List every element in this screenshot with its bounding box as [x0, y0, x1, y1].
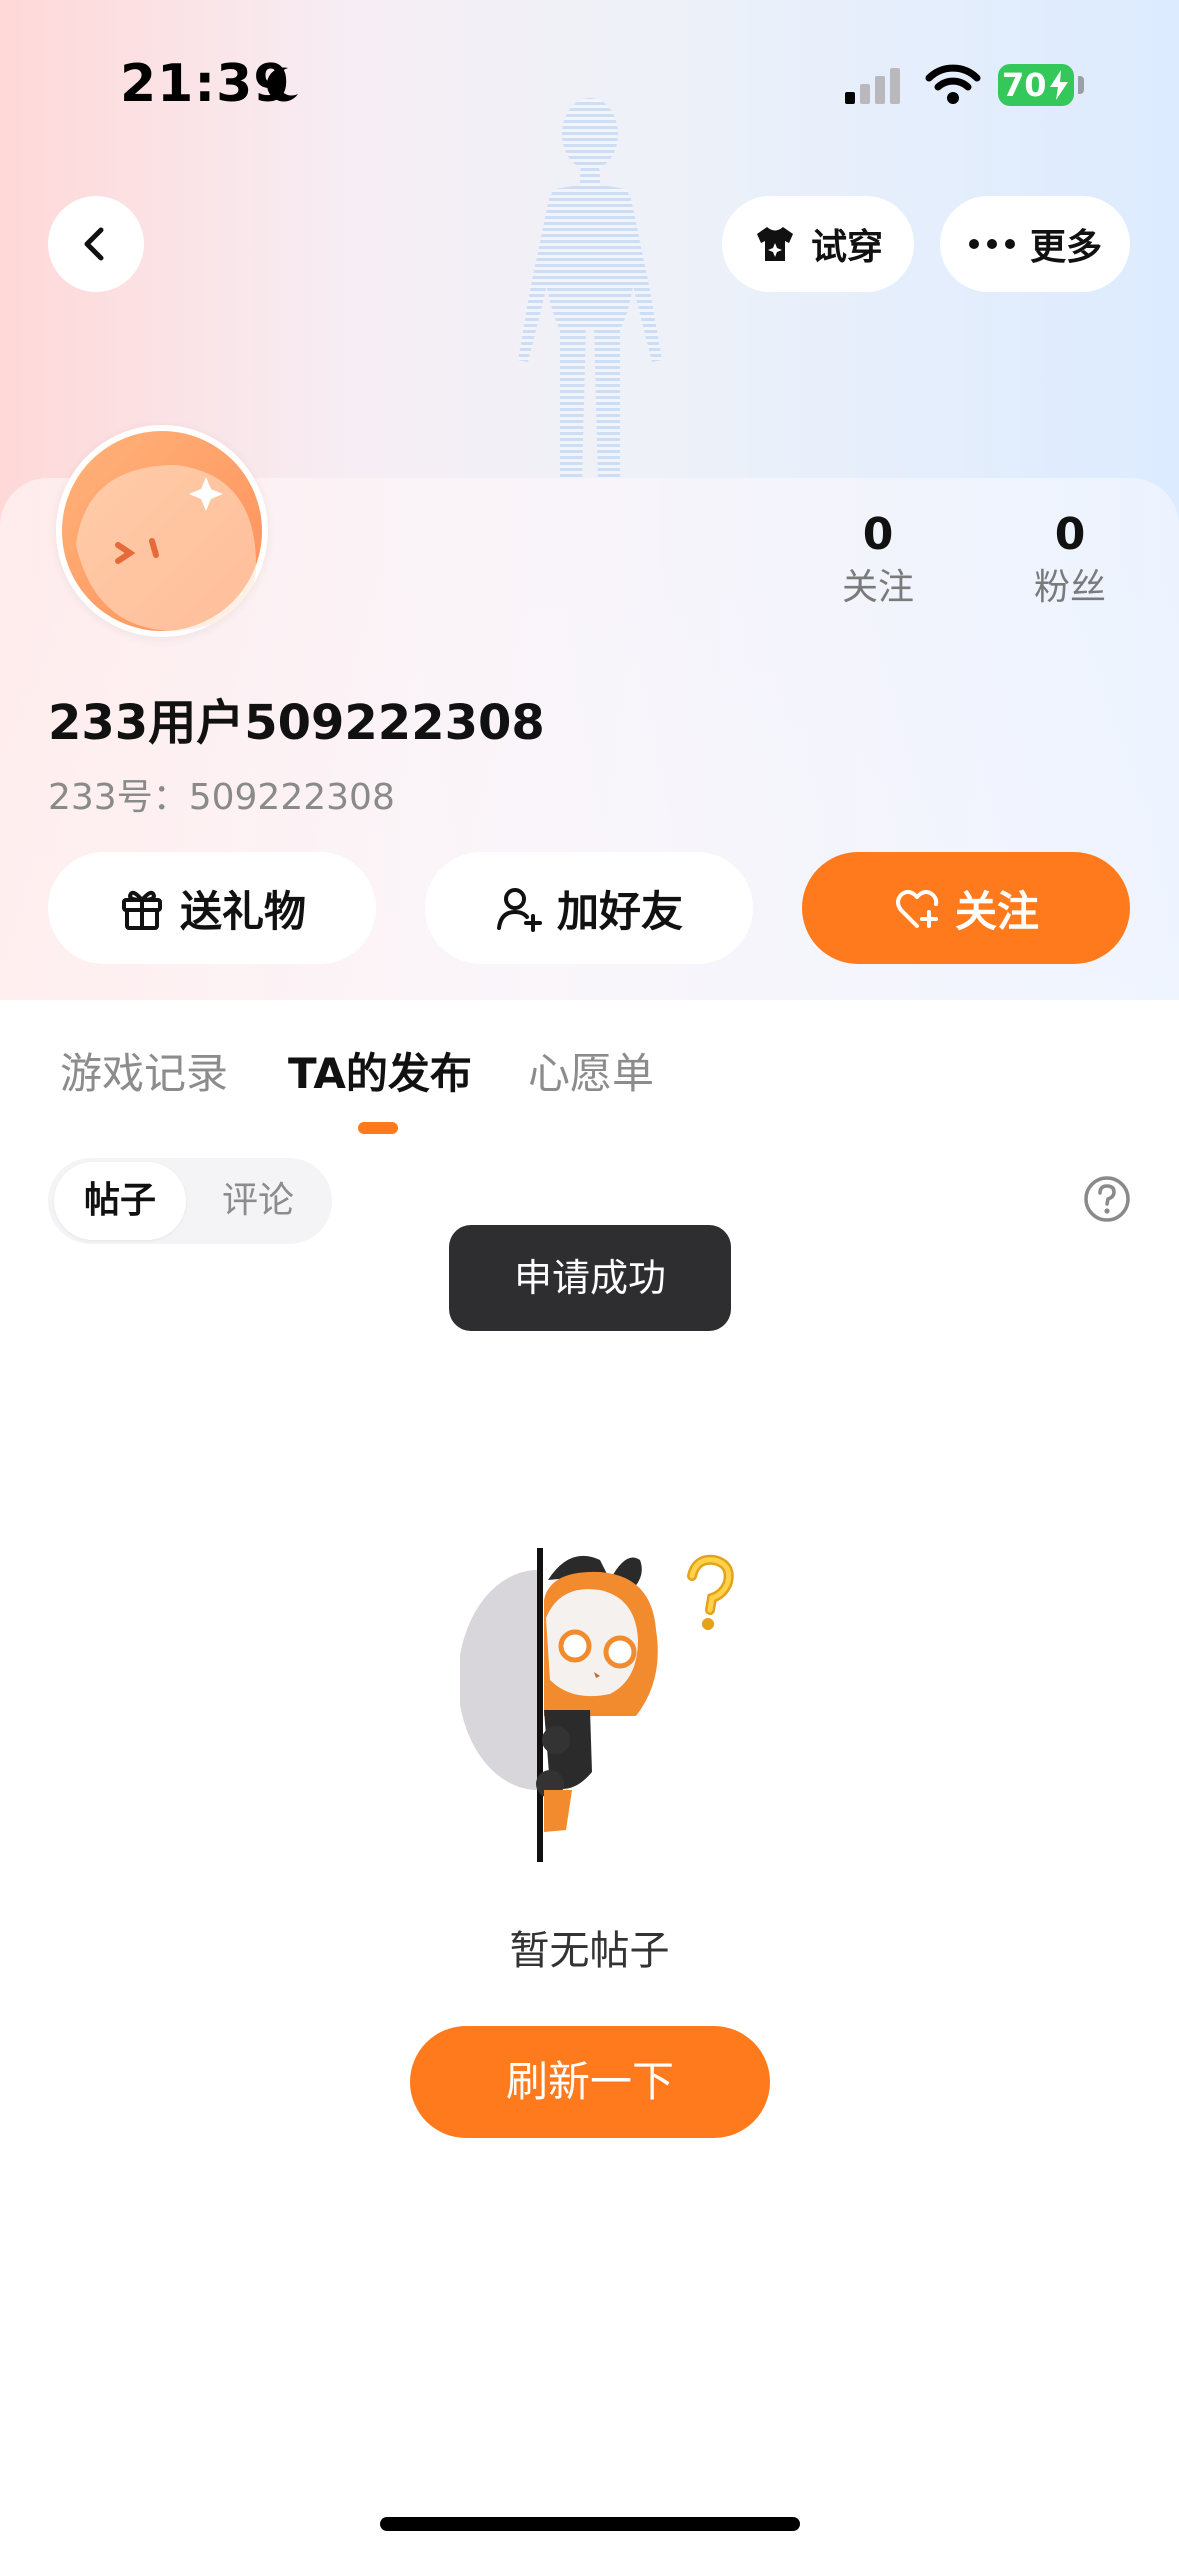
- user-id: 233号：509222308: [48, 777, 395, 818]
- following-stat[interactable]: 0 关注: [808, 505, 948, 611]
- add-friend-label: 加好友: [556, 886, 683, 936]
- fans-count: 0: [1054, 509, 1086, 560]
- home-indicator: [380, 2517, 800, 2531]
- add-user-icon: [496, 888, 542, 932]
- tab-game-records[interactable]: 游戏记录: [60, 1040, 228, 1101]
- gift-icon: [121, 890, 162, 930]
- chevron-left-icon: [84, 227, 104, 261]
- cellular-signal-icon: [845, 68, 900, 104]
- tab-ta-posts[interactable]: TA的发布: [288, 1040, 472, 1101]
- charging-bolt-icon: [1050, 70, 1068, 100]
- follow-label: 关注: [954, 886, 1039, 936]
- wifi-icon: [925, 64, 981, 104]
- moon-icon: [266, 67, 298, 102]
- try-on-label: 试穿: [810, 227, 883, 268]
- more-label: 更多: [1029, 227, 1102, 268]
- empty-state-text: 暂无帖子: [509, 1928, 670, 1974]
- fans-stat[interactable]: 0 粉丝: [1000, 505, 1140, 611]
- back-button[interactable]: [48, 196, 144, 292]
- active-tab-indicator: [358, 1122, 398, 1134]
- empty-state-mascot-illustration: [460, 1548, 734, 1862]
- user-avatar[interactable]: [56, 425, 268, 637]
- fans-label: 粉丝: [1033, 567, 1106, 608]
- refresh-button[interactable]: 刷新一下: [410, 2026, 770, 2138]
- toast-message: 申请成功: [449, 1225, 731, 1331]
- add-friend-button[interactable]: 加好友: [425, 852, 753, 964]
- segment-posts[interactable]: 帖子: [54, 1162, 186, 1240]
- more-button[interactable]: 更多: [940, 196, 1130, 292]
- try-on-button[interactable]: 试穿: [722, 196, 914, 292]
- following-label: 关注: [841, 567, 914, 608]
- status-bar: 21:39 70: [0, 0, 1179, 170]
- following-count: 0: [862, 509, 894, 560]
- send-gift-button[interactable]: 送礼物: [48, 852, 376, 964]
- battery-cap: [1078, 76, 1084, 94]
- send-gift-label: 送礼物: [179, 886, 306, 936]
- profile-tabs: 游戏记录 TA的发布 心愿单: [0, 1030, 1179, 1140]
- more-dots-icon: [968, 239, 1015, 249]
- tshirt-icon: [756, 227, 793, 261]
- help-icon[interactable]: [1082, 1174, 1132, 1224]
- follow-button[interactable]: 关注: [802, 852, 1130, 964]
- tab-wishlist[interactable]: 心愿单: [528, 1040, 654, 1101]
- posts-comments-switch: 帖子 评论: [48, 1158, 332, 1244]
- username: 233用户509222308: [48, 695, 545, 751]
- segment-comments[interactable]: 评论: [192, 1162, 324, 1240]
- heart-plus-icon: [895, 890, 939, 928]
- avatar-mascot-image: [62, 431, 262, 631]
